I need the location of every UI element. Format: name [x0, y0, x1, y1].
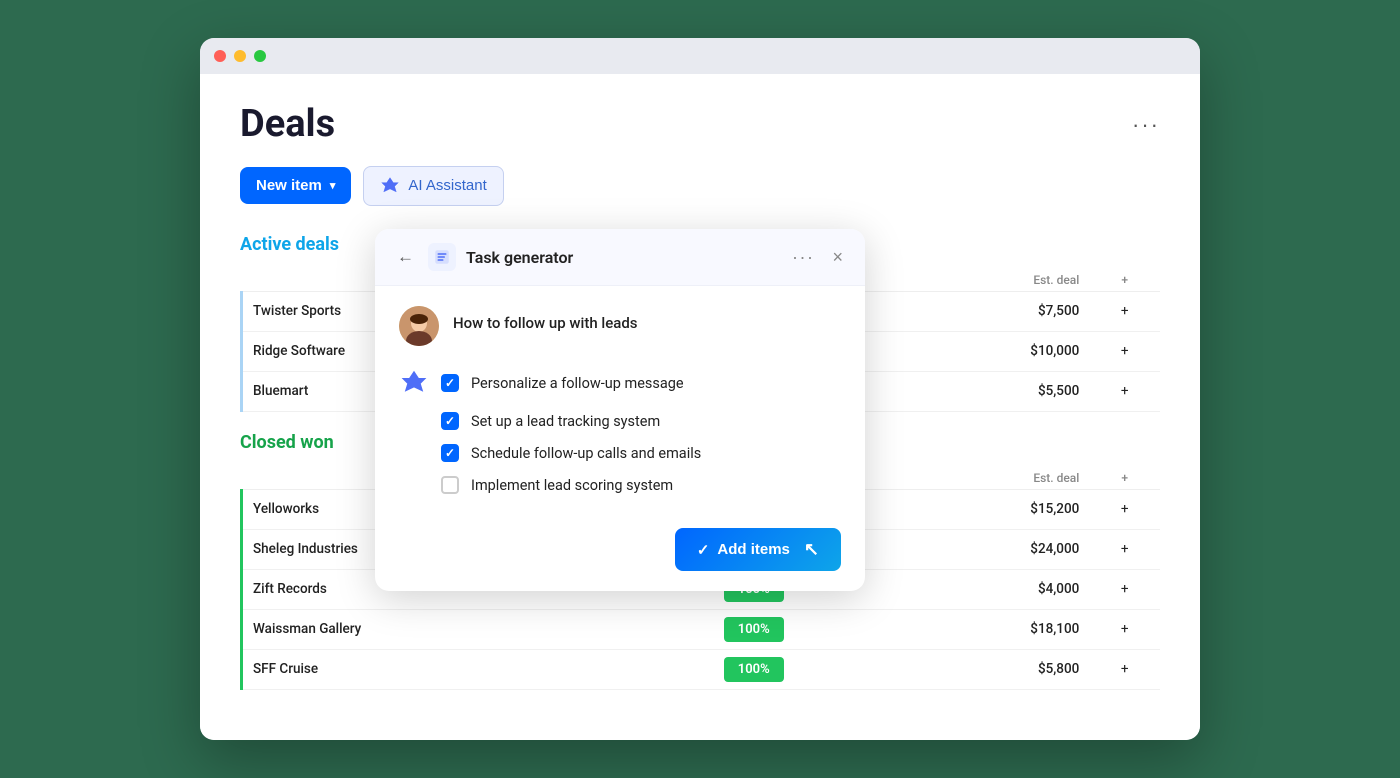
- tl-minimize[interactable]: [234, 50, 246, 62]
- new-item-label: New item: [256, 177, 322, 194]
- add-col-cell[interactable]: +: [1089, 371, 1160, 411]
- col-add-active[interactable]: +: [1089, 269, 1160, 292]
- task-checkbox-4[interactable]: [441, 476, 459, 494]
- modal-title: Task generator: [466, 248, 778, 267]
- add-col-cell[interactable]: +: [1089, 489, 1160, 529]
- browser-window: Deals ··· New item ▾ AI Assistant Active…: [200, 38, 1200, 740]
- est-deal-cell: $15,200: [913, 489, 1090, 529]
- tl-maximize[interactable]: [254, 50, 266, 62]
- table-row: SFF Cruise 100% $5,800 +: [242, 649, 1161, 689]
- prompt-text: How to follow up with leads: [453, 306, 638, 332]
- col-add-closed[interactable]: +: [1089, 467, 1160, 490]
- col-est-deal-closed: Est. deal: [913, 467, 1090, 490]
- est-deal-cell: $24,000: [913, 529, 1090, 569]
- company-cell: SFF Cruise: [242, 649, 595, 689]
- cursor-icon: ↖: [804, 539, 819, 560]
- modal-back-button[interactable]: ←: [393, 245, 418, 269]
- modal-close-button[interactable]: ×: [828, 247, 847, 268]
- est-deal-cell: $5,500: [913, 371, 1090, 411]
- table-row: Waissman Gallery 100% $18,100 +: [242, 609, 1161, 649]
- task-label-1: Personalize a follow-up message: [471, 375, 684, 392]
- probability-cell: 100%: [595, 609, 913, 649]
- task-icon: [433, 248, 451, 266]
- company-cell: Waissman Gallery: [242, 609, 595, 649]
- ai-icon: [380, 176, 400, 196]
- modal-more-button[interactable]: ···: [788, 247, 818, 268]
- modal-header: ← Task generator ··· ×: [375, 229, 865, 286]
- task-label-4: Implement lead scoring system: [471, 477, 673, 494]
- add-items-check-icon: ✓: [697, 541, 710, 559]
- modal-prompt-row: How to follow up with leads: [399, 306, 841, 346]
- avatar: [399, 306, 439, 346]
- add-col-cell[interactable]: +: [1089, 331, 1160, 371]
- add-items-button[interactable]: ✓ Add items ↖: [675, 528, 841, 571]
- task-label-3: Schedule follow-up calls and emails: [471, 445, 701, 462]
- est-deal-cell: $10,000: [913, 331, 1090, 371]
- probability-cell: 100%: [595, 649, 913, 689]
- page-header: Deals ···: [240, 104, 1160, 146]
- task-item: Personalize a follow-up message: [399, 368, 841, 398]
- app-content: Deals ··· New item ▾ AI Assistant Active…: [200, 74, 1200, 740]
- modal-icon: [428, 243, 456, 271]
- chevron-down-icon: ▾: [330, 179, 336, 192]
- add-col-cell[interactable]: +: [1089, 291, 1160, 331]
- task-list: Personalize a follow-up message Set up a…: [399, 368, 841, 494]
- task-item: Implement lead scoring system: [399, 476, 841, 494]
- browser-titlebar: [200, 38, 1200, 74]
- add-col-cell[interactable]: +: [1089, 649, 1160, 689]
- page-title: Deals: [240, 104, 335, 146]
- toolbar: New item ▾ AI Assistant: [240, 166, 1160, 206]
- tl-close[interactable]: [214, 50, 226, 62]
- new-item-button[interactable]: New item ▾: [240, 167, 351, 204]
- task-generator-modal: ← Task generator ··· ×: [375, 229, 865, 591]
- user-avatar-image: [399, 306, 439, 346]
- col-est-deal-active: Est. deal: [913, 269, 1090, 292]
- est-deal-cell: $18,100: [913, 609, 1090, 649]
- task-label-2: Set up a lead tracking system: [471, 413, 660, 430]
- add-col-cell[interactable]: +: [1089, 529, 1160, 569]
- modal-body: How to follow up with leads Personalize …: [375, 286, 865, 514]
- task-item: Schedule follow-up calls and emails: [399, 444, 841, 462]
- ai-assistant-label: AI Assistant: [408, 177, 486, 194]
- task-checkbox-1[interactable]: [441, 374, 459, 392]
- ai-task-icon: [399, 368, 429, 398]
- modal-footer: ✓ Add items ↖: [375, 514, 865, 591]
- task-checkbox-3[interactable]: [441, 444, 459, 462]
- add-items-label: Add items: [717, 541, 790, 558]
- task-checkbox-2[interactable]: [441, 412, 459, 430]
- task-item: Set up a lead tracking system: [399, 412, 841, 430]
- add-col-cell[interactable]: +: [1089, 569, 1160, 609]
- prob-badge: 100%: [724, 617, 784, 642]
- ai-assistant-button[interactable]: AI Assistant: [363, 166, 503, 206]
- more-options-button[interactable]: ···: [1132, 112, 1160, 138]
- est-deal-cell: $4,000: [913, 569, 1090, 609]
- prob-badge: 100%: [724, 657, 784, 682]
- est-deal-cell: $7,500: [913, 291, 1090, 331]
- est-deal-cell: $5,800: [913, 649, 1090, 689]
- add-col-cell[interactable]: +: [1089, 609, 1160, 649]
